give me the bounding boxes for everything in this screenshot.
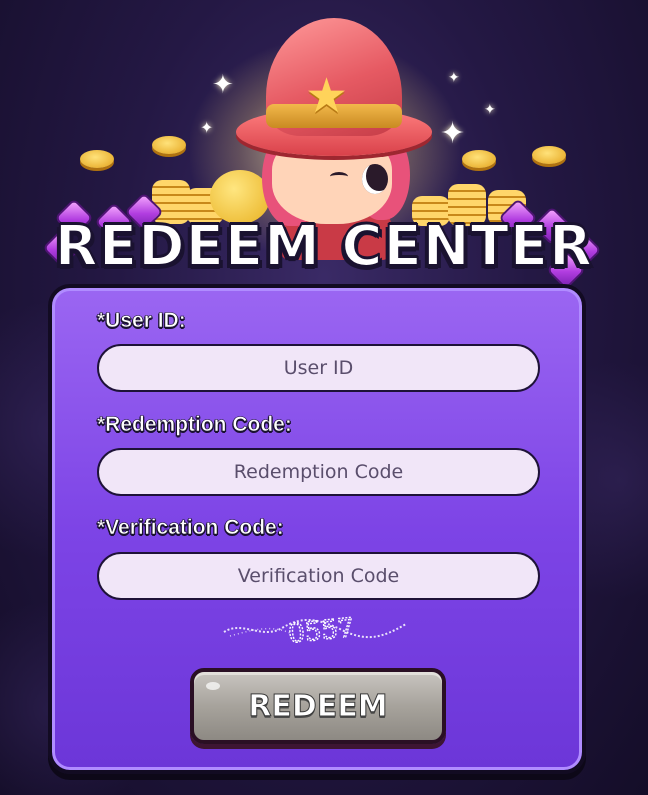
- sparkle-icon: ✦: [200, 118, 214, 137]
- page-title: REDEEM CENTER: [54, 213, 594, 280]
- user-id-label: *User ID:: [97, 309, 186, 333]
- mascot-eye: [362, 164, 388, 194]
- redemption-code-label: *Redemption Code:: [97, 413, 292, 437]
- mascot-wink-eye: [330, 172, 348, 181]
- redemption-code-input[interactable]: [97, 448, 540, 496]
- coin-icon: [462, 150, 496, 168]
- star-icon: ★: [305, 68, 349, 124]
- captcha-image[interactable]: 0557: [222, 610, 408, 648]
- redeem-button-label: REDEEM: [248, 688, 388, 724]
- coin-icon: [532, 146, 566, 164]
- verification-code-input[interactable]: [97, 552, 540, 600]
- button-shine: [206, 682, 220, 690]
- sparkle-icon: ✦: [484, 102, 496, 118]
- user-id-input[interactable]: [97, 344, 540, 392]
- sparkle-icon: ✦: [212, 70, 234, 100]
- sparkle-icon: ✦: [448, 70, 460, 86]
- redeem-button[interactable]: REDEEM: [190, 668, 446, 744]
- coin-icon: [152, 136, 186, 154]
- coin-icon: [80, 150, 114, 168]
- sparkle-icon: ✦: [440, 116, 466, 151]
- verification-code-label: *Verification Code:: [97, 516, 284, 540]
- captcha-text: 0557: [287, 613, 356, 648]
